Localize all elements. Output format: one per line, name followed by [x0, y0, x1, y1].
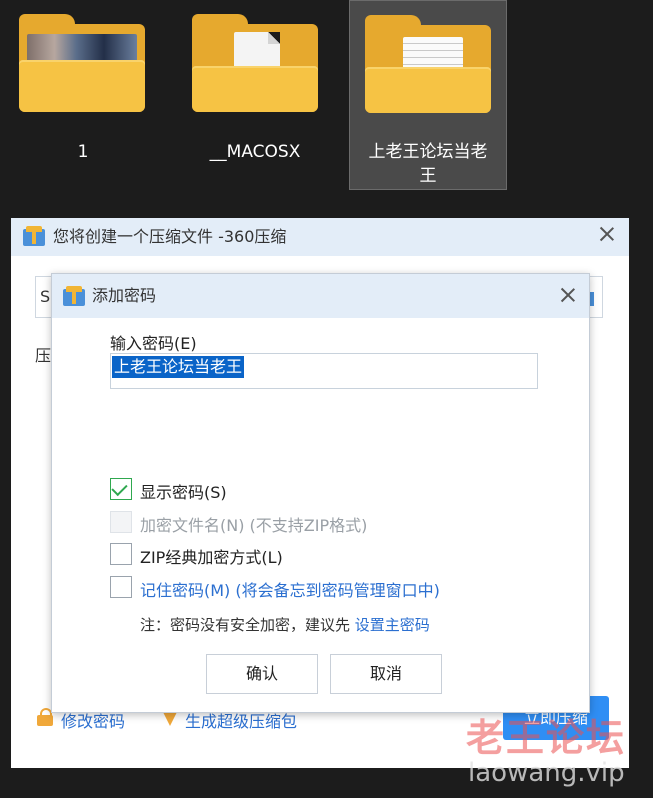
- zip-classic-label: ZIP经典加密方式(L): [140, 548, 283, 567]
- folder-icon: [19, 12, 145, 112]
- password-value: 上老王论坛当老王: [112, 356, 245, 378]
- path-text: S: [40, 287, 51, 306]
- window-title: 您将创建一个压缩文件 -360压缩: [53, 227, 287, 246]
- show-password-checkbox[interactable]: [110, 478, 132, 500]
- note-text: 注：密码没有安全加密，建议先: [140, 616, 355, 634]
- folder-label: __MACOSX: [209, 142, 301, 162]
- password-input[interactable]: 上老王论坛当老王: [110, 353, 538, 389]
- cancel-button[interactable]: 取消: [330, 654, 442, 694]
- folder-label: 1: [77, 142, 89, 162]
- encrypt-filename-label: 加密文件名(N) (不支持ZIP格式): [140, 516, 368, 535]
- 360zip-icon: [23, 226, 45, 246]
- password-label: 输入密码(E): [110, 334, 197, 353]
- 360zip-icon: [63, 286, 85, 306]
- ok-button[interactable]: 确认: [206, 654, 318, 694]
- watermark-url: laowang.vip: [468, 758, 625, 788]
- folder-laowang[interactable]: 上老王论坛当老王: [349, 0, 507, 190]
- set-master-password-link[interactable]: 设置主密码: [355, 616, 430, 634]
- folder-icon: [365, 13, 491, 113]
- window-titlebar: 您将创建一个压缩文件 -360压缩: [11, 218, 629, 256]
- checkmark-icon: [111, 479, 128, 497]
- add-password-dialog: 添加密码 输入密码(E) 上老王论坛当老王 显示密码(S) 加密文件名(N) (…: [51, 273, 590, 713]
- remember-password-label: 记住密码(M) (将会备忘到密码管理窗口中): [140, 581, 440, 600]
- remember-password-checkbox[interactable]: [110, 576, 132, 598]
- encrypt-filename-checkbox: [110, 511, 132, 533]
- dialog-title: 添加密码: [92, 286, 157, 305]
- close-icon[interactable]: [598, 225, 616, 243]
- zip-classic-checkbox[interactable]: [110, 543, 132, 565]
- show-password-label: 显示密码(S): [140, 483, 227, 502]
- folder-icon: [192, 12, 318, 112]
- security-note: 注：密码没有安全加密，建议先 设置主密码: [140, 614, 430, 635]
- dialog-titlebar: 添加密码: [52, 274, 589, 318]
- folder-macosx[interactable]: __MACOSX: [180, 0, 330, 190]
- folder-1[interactable]: 1: [8, 0, 158, 190]
- compress-label: 压: [35, 346, 52, 365]
- watermark-text: 老王论坛: [466, 716, 627, 760]
- folder-label: 上老王论坛当老王: [368, 142, 488, 186]
- close-icon[interactable]: [559, 286, 577, 304]
